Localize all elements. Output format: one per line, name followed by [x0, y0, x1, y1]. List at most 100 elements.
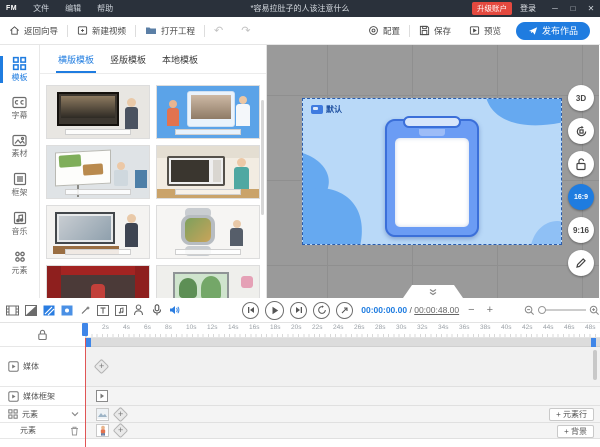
zoom-in-icon[interactable]	[589, 305, 600, 316]
ruler-label: 46s	[564, 324, 574, 331]
zoom-slider-knob[interactable]	[538, 306, 546, 314]
elements-track[interactable]: +	[86, 406, 600, 423]
edit-scene-button[interactable]	[568, 250, 594, 276]
sidebar-item-subtitles[interactable]: 字幕	[0, 94, 40, 123]
add-background-button[interactable]: + 背景	[557, 425, 594, 438]
track-scrollbar[interactable]	[593, 350, 597, 380]
play-button[interactable]	[265, 301, 284, 320]
playhead-line[interactable]	[85, 338, 86, 447]
lock-button[interactable]	[568, 151, 594, 177]
template-thumbnail[interactable]	[46, 265, 150, 298]
upgrade-account-button[interactable]: 升级账户	[472, 2, 512, 15]
new-video-button[interactable]: 新建视频	[68, 17, 135, 44]
open-project-button[interactable]: 打开工程	[136, 17, 204, 44]
tab-vertical-templates[interactable]: 竖版模板	[102, 53, 154, 73]
rotate-button[interactable]	[568, 118, 594, 144]
track-label-elements[interactable]: 元素	[0, 406, 85, 423]
scene-dot-icon[interactable]	[60, 304, 73, 317]
add-element-button[interactable]: +	[113, 406, 129, 422]
template-thumbnail[interactable]	[156, 205, 260, 259]
publish-button[interactable]: 发布作品	[516, 22, 590, 40]
maximize-button[interactable]: □	[564, 0, 582, 17]
media-frame-track[interactable]	[86, 387, 600, 406]
range-start-handle[interactable]	[86, 338, 91, 347]
ruler-label: 36s	[459, 324, 469, 331]
timeline-ruler[interactable]: 2s4s6s8s10s12s14s16s18s20s22s24s26s28s30…	[86, 323, 600, 338]
track-label-media[interactable]: 媒体	[0, 347, 85, 387]
aspect-9-16-button[interactable]: 9:16	[568, 217, 594, 243]
add-media-button[interactable]: +	[94, 359, 110, 375]
panel-scrollbar[interactable]	[261, 100, 264, 215]
track-label-element-row[interactable]: 元素	[0, 423, 85, 439]
sidebar-item-frames[interactable]: 框架	[0, 170, 40, 200]
sidebar-item-music[interactable]: 音乐	[0, 209, 40, 239]
scene-label[interactable]: 默认	[311, 104, 342, 115]
add-element-row-button[interactable]: + 元素行	[549, 408, 594, 421]
login-button[interactable]: 登录	[520, 3, 536, 14]
canvas-stage[interactable]: 默认 3D 16:9 9:16	[267, 45, 599, 298]
collapse-panel-tab[interactable]	[403, 285, 463, 298]
template-thumbnail[interactable]	[46, 145, 150, 199]
redo-button[interactable]: ↷	[232, 24, 259, 37]
template-thumbnail[interactable]	[46, 205, 150, 259]
clipboard-graphic[interactable]	[385, 119, 479, 237]
main-area: 模板 字幕 素材 框架 音乐 元素	[0, 45, 600, 298]
config-button[interactable]: 配置	[359, 25, 409, 37]
element-clip-thumbnail[interactable]	[96, 408, 109, 421]
chevron-down-icon[interactable]	[71, 411, 79, 417]
text-frame-icon[interactable]	[96, 304, 109, 317]
back-to-wizard-button[interactable]: 返回向导	[0, 17, 67, 44]
frame-clip[interactable]	[96, 390, 108, 402]
template-thumbnail[interactable]	[156, 265, 260, 298]
sidebar-item-templates[interactable]: 模板	[0, 54, 40, 85]
tab-local-templates[interactable]: 本地模板	[154, 53, 206, 73]
track-label-media-frame[interactable]: 媒体框架	[0, 387, 85, 406]
template-thumbnail[interactable]	[46, 85, 150, 139]
time-increase-button[interactable]: +	[484, 304, 496, 316]
templates-grid-icon	[12, 56, 27, 71]
element-row-track[interactable]: +	[86, 423, 600, 439]
add-element-row-item-button[interactable]: +	[113, 423, 129, 439]
magic-wand-icon[interactable]	[78, 304, 91, 317]
media-track[interactable]: +	[86, 347, 600, 387]
trash-icon[interactable]	[70, 426, 79, 436]
ruler-label: 18s	[270, 324, 280, 331]
tab-horizontal-templates[interactable]: 横版模板	[50, 53, 102, 73]
close-button[interactable]: ✕	[582, 0, 600, 17]
scene-stripes-icon[interactable]	[42, 304, 55, 317]
time-decrease-button[interactable]: −	[465, 304, 477, 316]
menu-edit[interactable]: 编辑	[57, 0, 89, 17]
skip-end-button[interactable]	[290, 302, 307, 319]
template-thumbnail[interactable]	[156, 145, 260, 199]
template-thumbnail[interactable]	[156, 85, 260, 139]
character-clip-thumbnail[interactable]	[96, 424, 109, 437]
menu-file[interactable]: 文件	[25, 0, 57, 17]
range-end-handle[interactable]	[591, 338, 596, 347]
save-button[interactable]: 保存	[410, 25, 460, 37]
zoom-out-icon[interactable]	[524, 305, 535, 316]
aspect-16-9-button[interactable]: 16:9	[568, 184, 594, 210]
sidebar-item-materials[interactable]: 素材	[0, 132, 40, 161]
speaker-icon[interactable]	[168, 304, 181, 317]
music-frame-icon[interactable]	[114, 304, 127, 317]
track-tool-strip	[0, 304, 242, 317]
scene-canvas[interactable]: 默认	[302, 98, 562, 245]
preview-button[interactable]: 预览	[460, 25, 510, 37]
fullscreen-preview-button[interactable]	[336, 302, 353, 319]
skip-start-button[interactable]	[242, 302, 259, 319]
lock-tracks-row[interactable]	[0, 323, 85, 347]
total-time[interactable]: 00:00:48.00	[414, 305, 459, 315]
playhead-handle[interactable]	[82, 323, 88, 336]
zoom-slider[interactable]	[538, 309, 586, 311]
film-icon[interactable]	[6, 304, 19, 317]
replay-button[interactable]	[313, 302, 330, 319]
3d-button[interactable]: 3D	[568, 85, 594, 111]
timeline-range-bar[interactable]	[86, 338, 600, 347]
undo-button[interactable]: ↶	[205, 24, 232, 37]
image-tool-icon[interactable]	[24, 304, 37, 317]
character-icon[interactable]	[132, 304, 145, 317]
minimize-button[interactable]: ─	[546, 0, 564, 17]
menu-help[interactable]: 帮助	[89, 0, 121, 17]
microphone-icon[interactable]	[150, 304, 163, 317]
sidebar-item-elements[interactable]: 元素	[0, 248, 40, 278]
